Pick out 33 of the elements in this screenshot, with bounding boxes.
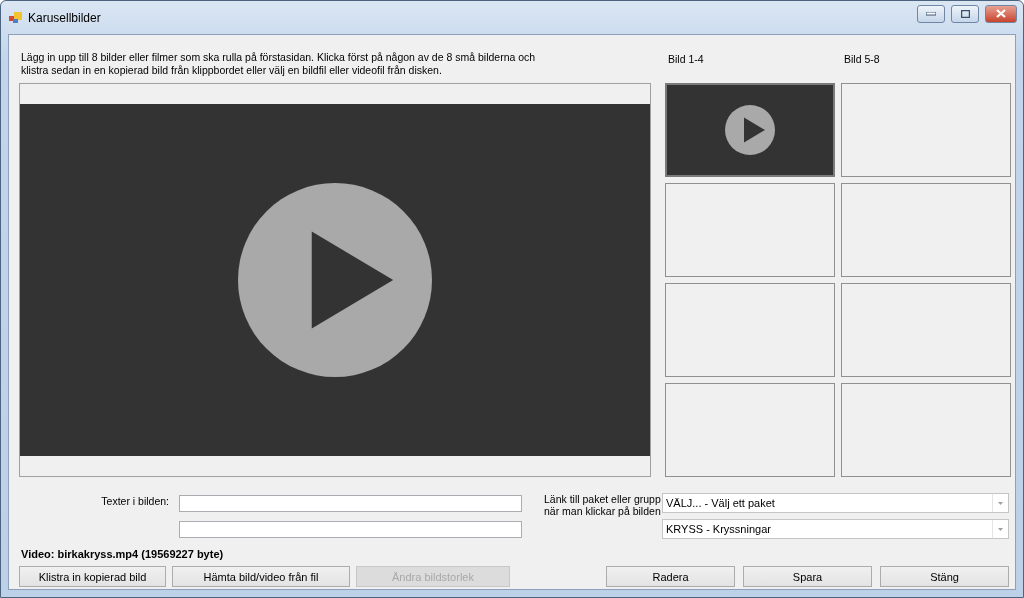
- window-title: Karusellbilder: [28, 10, 102, 25]
- link-label: Länk till paket eller grupp när man klickar på bilden: [544, 493, 662, 517]
- text-field[interactable]: [179, 520, 522, 538]
- thumbnail-slot[interactable]: [841, 83, 1011, 177]
- action-button[interactable]: Stäng: [880, 566, 1009, 587]
- close-button[interactable]: [985, 4, 1017, 23]
- package-dropdown[interactable]: VÄLJ... - Välj ett paket: [662, 493, 1009, 513]
- instructions-text: Lägg in upp till 8 bilder eller filmer som ska rulla på förstasidan. Klicka först på någon av de 8 små bilderna och klistra sedan in en kopierad bild från klippbordet eller välj en bildfil eller videofil från disken.: [20, 51, 537, 77]
- play-icon: [238, 183, 432, 377]
- thumbnail-slot[interactable]: [665, 283, 835, 377]
- thumbnail-slot[interactable]: [841, 383, 1011, 477]
- action-button[interactable]: Spara: [743, 566, 872, 587]
- column-header: Bild 5-8: [844, 53, 881, 65]
- thumbnail-slot[interactable]: [665, 183, 835, 277]
- thumbnail-slot[interactable]: [841, 283, 1011, 377]
- action-button[interactable]: Hämta bild/video från fil: [172, 566, 350, 587]
- video-info: Video: birkakryss.mp4 (19569227 byte): [20, 548, 225, 560]
- action-button[interactable]: Radera: [606, 566, 735, 587]
- action-button[interactable]: Klistra in kopierad bild: [19, 566, 166, 587]
- app-icon: [9, 12, 22, 23]
- group-dropdown[interactable]: KRYSS - Kryssningar: [662, 519, 1009, 539]
- thumbnail-slot[interactable]: [665, 83, 835, 177]
- play-icon: [725, 105, 775, 155]
- restore-button[interactable]: [951, 4, 979, 23]
- restore-icon: [960, 9, 970, 18]
- thumbnail-slot[interactable]: [841, 183, 1011, 277]
- thumbnail-slot[interactable]: [665, 383, 835, 477]
- minimize-button[interactable]: [917, 4, 945, 23]
- column-header: Bild 1-4: [668, 53, 705, 65]
- minimize-icon: [926, 11, 936, 16]
- close-icon: [996, 9, 1006, 18]
- field-label: Texter i bilden:: [100, 494, 170, 507]
- text-field[interactable]: [179, 494, 522, 512]
